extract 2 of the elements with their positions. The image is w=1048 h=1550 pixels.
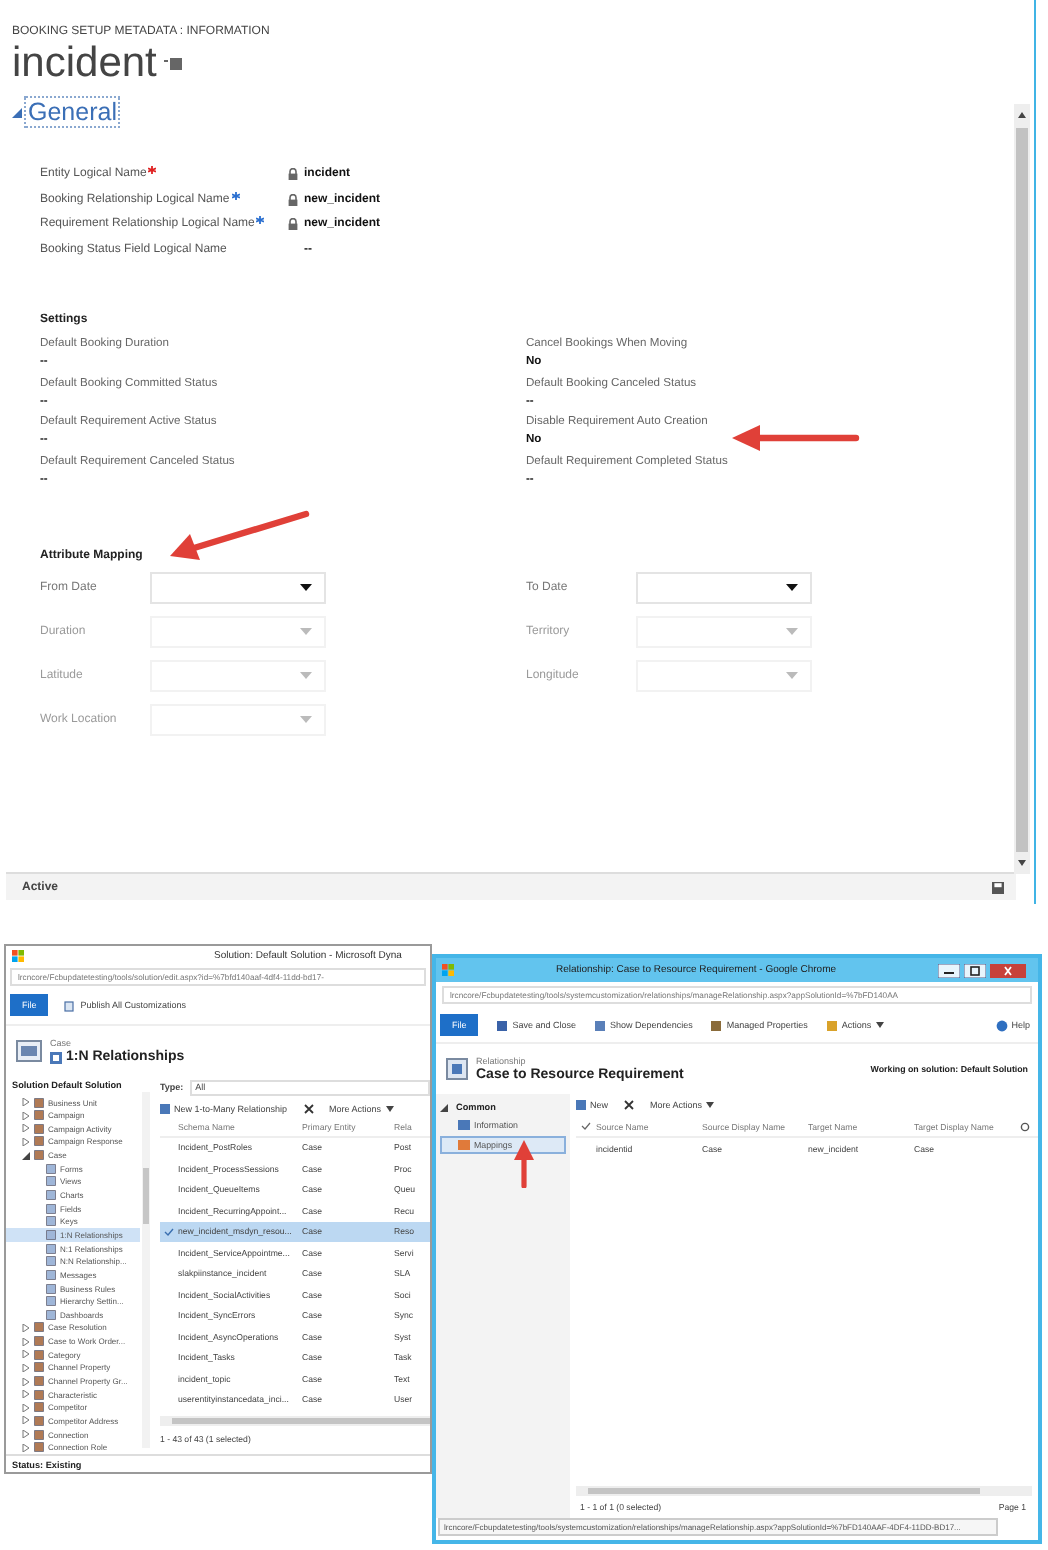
record-title: incident (12, 42, 157, 86)
section-title[interactable]: General (26, 98, 119, 126)
